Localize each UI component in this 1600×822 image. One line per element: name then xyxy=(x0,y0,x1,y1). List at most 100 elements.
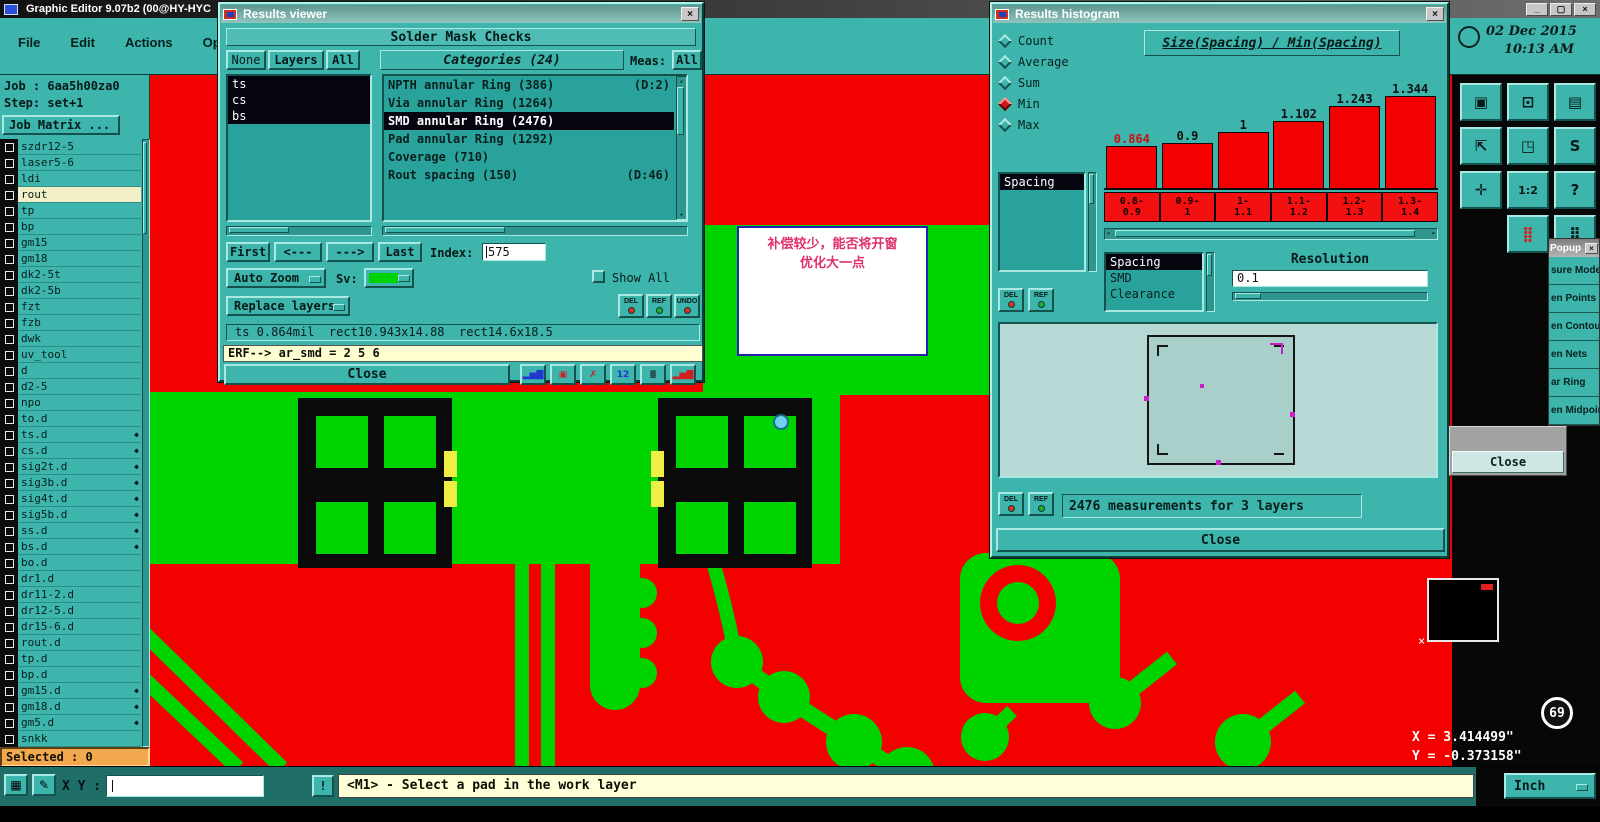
layer-checkbox[interactable] xyxy=(4,718,14,728)
layer-row[interactable]: bp.d xyxy=(0,667,141,683)
meas12-icon[interactable]: 12 xyxy=(610,364,636,385)
ref-button[interactable]: REF xyxy=(1028,288,1054,312)
layer-checkbox[interactable] xyxy=(4,654,14,664)
layer-row[interactable]: dr1.d xyxy=(0,571,141,587)
category-item[interactable]: Pad annular Ring (1292) xyxy=(384,130,674,148)
layer-row[interactable]: snkk xyxy=(0,731,141,747)
layer-name[interactable]: to.d xyxy=(18,411,141,427)
layer-checkbox[interactable] xyxy=(4,270,14,280)
pan-icon[interactable]: ✛ xyxy=(1460,171,1502,209)
layer-checkbox[interactable] xyxy=(4,638,14,648)
layer-checkbox[interactable] xyxy=(4,574,14,584)
layer-checkbox[interactable] xyxy=(4,414,14,424)
export-icon[interactable]: ⇱ xyxy=(1460,127,1502,165)
measure-list-scrollbar[interactable] xyxy=(1088,172,1097,272)
lock-icon[interactable]: ⊡ xyxy=(1507,83,1549,121)
menu-file[interactable]: File xyxy=(12,32,46,53)
layer-checkbox[interactable] xyxy=(4,446,14,456)
layer-checkbox[interactable] xyxy=(4,398,14,408)
layer-list-scrollbar[interactable] xyxy=(142,139,150,747)
layer-checkbox[interactable] xyxy=(4,590,14,600)
layer-checkbox[interactable] xyxy=(4,670,14,680)
layer-name[interactable]: npo xyxy=(18,395,141,411)
layer-name[interactable]: bo.d xyxy=(18,555,141,571)
histogram-hscroll[interactable]: ◂ ▸ xyxy=(1104,228,1438,240)
highlight-icon[interactable]: ⣿ xyxy=(1507,215,1549,253)
help-icon[interactable]: ? xyxy=(1554,171,1596,209)
resolution-slider[interactable] xyxy=(1232,292,1428,301)
menu-edit[interactable]: Edit xyxy=(64,32,101,53)
popup-item[interactable]: ar Ring xyxy=(1549,369,1599,397)
viewer-category-list[interactable]: NPTH annular Ring (386) (D:2) Via annular … xyxy=(382,74,688,222)
popup-item[interactable]: en Contours xyxy=(1549,313,1599,341)
layer-name[interactable]: laser5-6 xyxy=(18,155,141,171)
layer-row[interactable]: sig3b.d ◆ xyxy=(0,475,141,491)
viewer-close-button[interactable]: Close xyxy=(224,364,510,385)
popup-close-button[interactable]: Close xyxy=(1452,451,1564,473)
xy-input[interactable] xyxy=(106,775,264,797)
replace-layers-dropdown[interactable]: Replace layers xyxy=(226,296,350,316)
layer-row[interactable]: gm5.d ◆ xyxy=(0,715,141,731)
layer-row[interactable]: gm15.d ◆ xyxy=(0,683,141,699)
popup-item[interactable]: en Points xyxy=(1549,285,1599,313)
layer-name[interactable]: gm18.d ◆ xyxy=(18,699,141,715)
layer-checkbox[interactable] xyxy=(4,494,14,504)
nav-first-button[interactable]: First xyxy=(226,242,270,262)
layer-checkbox[interactable] xyxy=(4,510,14,520)
layer-name[interactable]: dk2-5b xyxy=(18,283,141,299)
layer-row[interactable]: cs.d ◆ xyxy=(0,443,141,459)
layer-checkbox[interactable] xyxy=(4,254,14,264)
series-item[interactable]: Spacing xyxy=(1106,254,1202,270)
layer-checkbox[interactable] xyxy=(4,158,14,168)
layer-checkbox[interactable] xyxy=(4,302,14,312)
layer-checkbox[interactable] xyxy=(4,462,14,472)
alert-button[interactable]: ! xyxy=(312,775,334,797)
close-button[interactable]: × xyxy=(1574,2,1596,16)
layer-name[interactable]: szdr12-5 xyxy=(18,139,141,155)
meas-dropdown[interactable]: All xyxy=(672,50,702,70)
layer-row[interactable]: to.d xyxy=(0,411,141,427)
layer-checkbox[interactable] xyxy=(4,206,14,216)
snap-icon[interactable]: S xyxy=(1554,127,1596,165)
viewer-layer-hscroll[interactable] xyxy=(226,226,372,236)
popup-item[interactable]: sure Mode xyxy=(1549,257,1599,285)
layer-checkbox[interactable] xyxy=(4,174,14,184)
results-histogram-titlebar[interactable]: Results histogram × xyxy=(993,5,1446,23)
window-icon[interactable]: ◳ xyxy=(1507,127,1549,165)
undo-button[interactable]: UNDO xyxy=(674,294,700,318)
layer-row[interactable]: dwk xyxy=(0,331,141,347)
scroll-thumb[interactable] xyxy=(229,227,289,233)
series-list-scrollbar[interactable] xyxy=(1206,252,1215,312)
slider-thumb[interactable] xyxy=(1235,293,1261,299)
scroll-thumb[interactable] xyxy=(1089,174,1094,204)
filter-layers-button[interactable]: Layers xyxy=(268,50,324,70)
layer-checkbox[interactable] xyxy=(4,542,14,552)
layer-checkbox[interactable] xyxy=(4,622,14,632)
layer-checkbox[interactable] xyxy=(4,318,14,328)
viewer-category-vscroll[interactable]: ▴ ▾ xyxy=(676,76,687,220)
layer-row[interactable]: tp.d xyxy=(0,651,141,667)
viewer-layer-item[interactable]: cs xyxy=(228,92,370,108)
job-matrix-button[interactable]: Job Matrix ... xyxy=(2,115,120,135)
layer-row[interactable]: fzb xyxy=(0,315,141,331)
sv-color-swatch[interactable] xyxy=(364,268,414,288)
scroll-right-icon[interactable]: ▸ xyxy=(1432,229,1436,237)
layer-name[interactable]: gm15.d ◆ xyxy=(18,683,141,699)
layer-name[interactable]: gm5.d ◆ xyxy=(18,715,141,731)
scroll-thumb[interactable] xyxy=(385,227,505,233)
series-list[interactable]: Spacing SMD Clearance xyxy=(1104,252,1204,312)
category-item[interactable]: Via annular Ring (1264) xyxy=(384,94,674,112)
minimize-button[interactable]: _ xyxy=(1526,2,1548,16)
layer-row[interactable]: szdr12-5 xyxy=(0,139,141,155)
layer-name[interactable]: dr1.d xyxy=(18,571,141,587)
layer-name[interactable]: rout xyxy=(18,187,141,203)
layer-name[interactable]: bs.d ◆ xyxy=(18,539,141,555)
layer-name[interactable]: cs.d ◆ xyxy=(18,443,141,459)
layer-checkbox[interactable] xyxy=(4,558,14,568)
layer-row[interactable]: gm15 xyxy=(0,235,141,251)
menu-actions[interactable]: Actions xyxy=(119,32,179,53)
close-icon[interactable]: × xyxy=(681,7,699,21)
series-item[interactable]: SMD xyxy=(1106,270,1202,286)
grid-toggle-icon[interactable]: ▦ xyxy=(4,774,28,796)
close-icon[interactable]: × xyxy=(1426,7,1444,21)
